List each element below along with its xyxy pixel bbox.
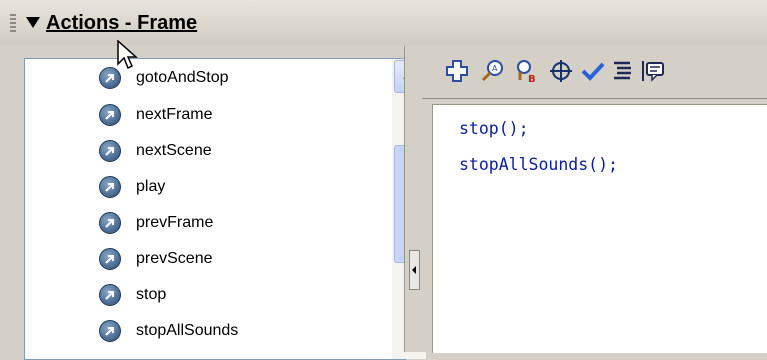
target-icon [550,60,572,82]
list-item[interactable]: stop [99,281,166,309]
list-item-label: prevFrame [136,214,214,231]
svg-text:A: A [492,64,498,73]
insert-target-path-button[interactable] [548,58,574,84]
action-arrow-icon [99,284,121,306]
code-line[interactable]: stop(); [459,119,529,138]
list-item-label: gotoAndStop [136,69,229,86]
list-item-label: prevScene [136,250,213,267]
replace-button[interactable]: B [514,58,540,84]
add-icon [446,60,468,82]
action-arrow-icon [99,320,121,342]
list-item[interactable]: play [99,173,165,201]
collapse-triangle-icon[interactable] [26,17,40,28]
action-arrow-icon [99,104,121,126]
panel-title-bar[interactable]: Actions - Frame [0,0,767,47]
check-syntax-button[interactable] [580,58,606,84]
script-editor[interactable]: stop(); stopAllSounds(); [432,104,767,353]
list-item-label: nextScene [136,142,212,159]
find-button[interactable]: A [480,58,506,84]
check-syntax-icon [581,62,605,81]
list-item-label: stopAllSounds [136,322,239,339]
script-pane: A B stop(); stopAllSounds(); [422,46,767,353]
panel-left-edge [0,46,10,352]
code-line[interactable]: stopAllSounds(); [459,155,618,174]
collapse-left-button[interactable] [409,250,420,290]
gripper-icon[interactable] [10,14,16,32]
list-item[interactable]: stopAllSounds [99,317,238,345]
find-icon: A [481,60,503,82]
list-item[interactable]: nextFrame [99,101,212,129]
code-hint-icon [642,61,664,82]
auto-format-button[interactable] [610,58,636,84]
action-arrow-icon [99,212,121,234]
list-item[interactable]: prevFrame [99,209,213,237]
actions-list[interactable]: gotoAndStop nextFrame nextScene play pre… [24,58,426,360]
svg-text:B: B [528,74,536,84]
list-item[interactable]: prevScene [99,245,213,273]
list-item[interactable]: nextScene [99,137,212,165]
action-arrow-icon [99,140,121,162]
auto-format-icon [614,61,631,80]
replace-icon: B [517,60,536,84]
list-item-label: nextFrame [136,106,213,123]
panel-splitter[interactable] [404,46,423,352]
panel-title[interactable]: Actions - Frame [46,12,197,35]
action-arrow-icon [99,176,121,198]
list-item-label: stop [136,286,167,303]
code-hint-button[interactable] [640,58,666,84]
action-arrow-icon [99,248,121,270]
mouse-cursor-icon [117,40,138,70]
actions-toolbox-panel: gotoAndStop nextFrame nextScene play pre… [0,46,426,360]
list-item-label: play [136,178,166,195]
add-button[interactable] [444,58,470,84]
script-toolbar: A B [422,46,767,99]
